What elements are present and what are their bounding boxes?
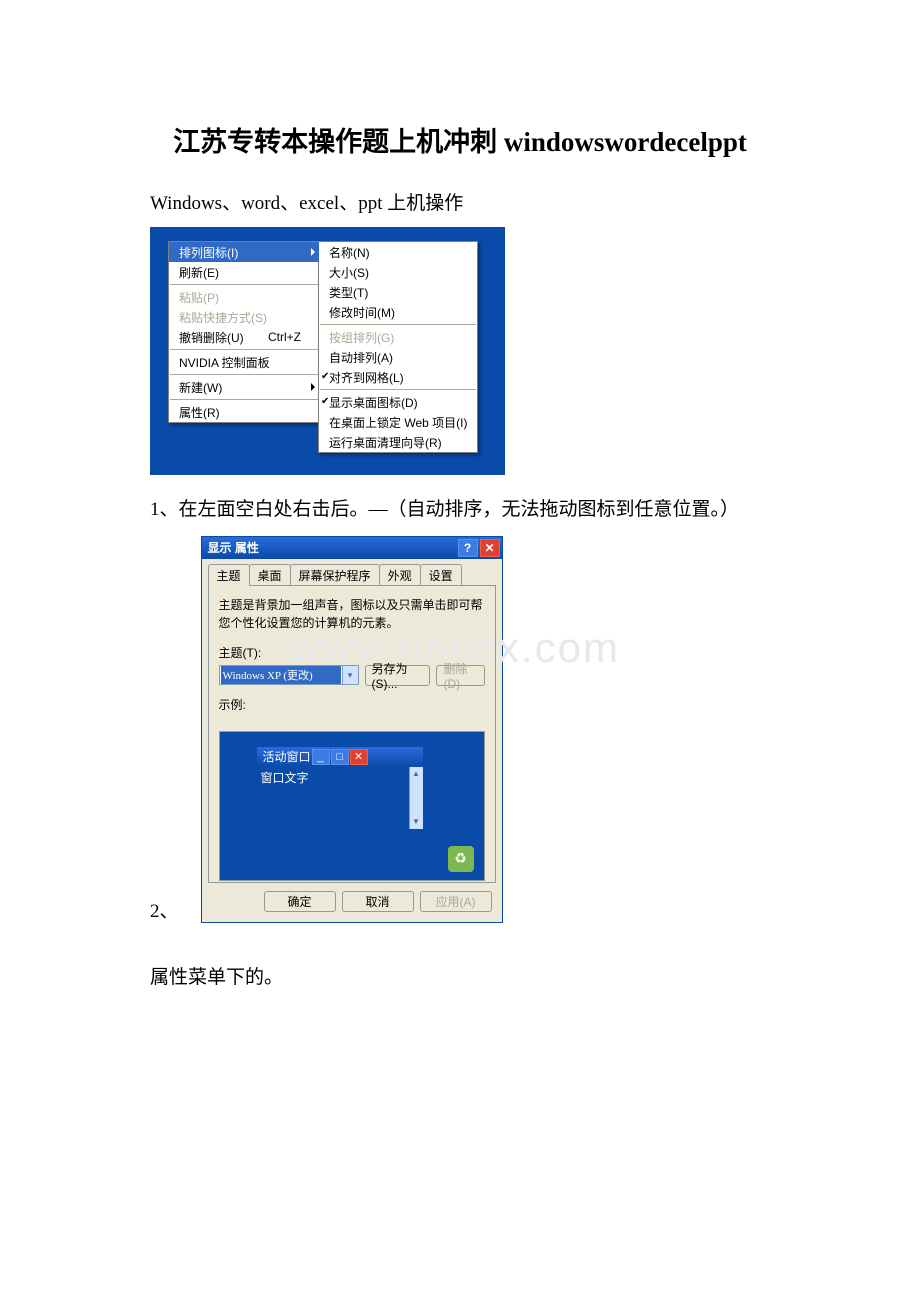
menu-item[interactable]: 自动排列(A): [319, 347, 477, 367]
theme-combo-value: Windows XP (更改): [221, 666, 341, 684]
tab-0[interactable]: 主题: [208, 564, 250, 586]
menu-item[interactable]: 排列图标(I): [169, 242, 319, 262]
menu-item[interactable]: NVIDIA 控制面板: [169, 352, 319, 372]
maximize-icon: □: [331, 749, 349, 765]
menu-item[interactable]: 撤销删除(U)Ctrl+Z: [169, 327, 319, 347]
delete-button: 删除(D): [436, 665, 484, 686]
dialog-titlebar[interactable]: 显示 属性 ? ✕: [202, 537, 502, 559]
close-icon[interactable]: ✕: [480, 539, 500, 557]
sample-label: 示例:: [219, 696, 485, 713]
menu-item[interactable]: 类型(T): [319, 282, 477, 302]
context-menu-screenshot: 排列图标(I)刷新(E) 粘贴(P)粘贴快捷方式(S)撤销删除(U)Ctrl+Z N…: [150, 227, 505, 475]
context-menu-main: 排列图标(I)刷新(E) 粘贴(P)粘贴快捷方式(S)撤销删除(U)Ctrl+Z N…: [168, 241, 320, 423]
note-2-prefix: 2、: [150, 896, 179, 923]
cancel-button[interactable]: 取消: [342, 891, 414, 912]
menu-item[interactable]: 属性(R): [169, 402, 319, 422]
tab-2[interactable]: 屏幕保护程序: [290, 564, 380, 586]
menu-item[interactable]: 刷新(E): [169, 262, 319, 282]
scroll-up-icon: ▲: [410, 767, 423, 781]
menu-item: 粘贴快捷方式(S): [169, 307, 319, 327]
theme-preview: 活动窗口 _ □ ✕ 窗口文字 ▲: [219, 731, 485, 881]
ok-button[interactable]: 确定: [264, 891, 336, 912]
dialog-title-text: 显示 属性: [208, 539, 259, 556]
note-1: 1、在左面空白处右击后。—（自动排序，无法拖动图标到任意位置。）: [150, 495, 770, 525]
dialog-tabs: 主题桌面屏幕保护程序外观设置: [208, 565, 496, 585]
context-menu-sub: 名称(N)大小(S)类型(T)修改时间(M) 按组排列(G)自动排列(A)✔对齐到…: [318, 241, 478, 453]
tab-1[interactable]: 桌面: [249, 564, 291, 586]
preview-title-text: 活动窗口: [263, 748, 311, 765]
help-icon[interactable]: ?: [458, 539, 478, 557]
menu-item[interactable]: 在桌面上锁定 Web 项目(I): [319, 412, 477, 432]
menu-item[interactable]: 运行桌面清理向导(R): [319, 432, 477, 452]
menu-item[interactable]: 名称(N): [319, 242, 477, 262]
tab-4[interactable]: 设置: [420, 564, 462, 586]
menu-item: 粘贴(P): [169, 287, 319, 307]
tab-3[interactable]: 外观: [379, 564, 421, 586]
close-mini-icon: ✕: [350, 749, 368, 765]
theme-label: 主题(T):: [219, 644, 485, 661]
menu-item[interactable]: 新建(W): [169, 377, 319, 397]
scroll-down-icon: ▼: [410, 815, 423, 829]
preview-body-text: 窗口文字: [261, 771, 309, 785]
recycle-bin-icon: ♻: [448, 846, 474, 872]
preview-scrollbar: ▲ ▼: [409, 767, 423, 829]
preview-titlebar: 活动窗口 _ □ ✕: [257, 747, 423, 767]
theme-combo[interactable]: Windows XP (更改) ▾: [219, 665, 359, 685]
note-3: 属性菜单下的。: [150, 963, 770, 993]
apply-button: 应用(A): [420, 891, 492, 912]
menu-item[interactable]: 修改时间(M): [319, 302, 477, 322]
save-as-button[interactable]: 另存为(S)...: [365, 665, 431, 686]
menu-item[interactable]: ✔对齐到网格(L): [319, 367, 477, 387]
menu-item: 按组排列(G): [319, 327, 477, 347]
chevron-down-icon[interactable]: ▾: [342, 666, 358, 684]
theme-description: 主题是背景加一组声音，图标以及只需单击即可帮您个性化设置您的计算机的元素。: [219, 596, 485, 632]
display-properties-dialog: 显示 属性 ? ✕ 主题桌面屏幕保护程序外观设置 主题是背景加一组声音，图标以及…: [201, 536, 503, 923]
preview-window: 活动窗口 _ □ ✕ 窗口文字 ▲: [256, 746, 424, 830]
minimize-icon: _: [312, 749, 330, 765]
page-title: 江苏专转本操作题上机冲刺 windowswordecelppt: [150, 120, 770, 159]
menu-item[interactable]: 大小(S): [319, 262, 477, 282]
menu-item[interactable]: ✔显示桌面图标(D): [319, 392, 477, 412]
intro-text: Windows、word、excel、ppt 上机操作: [150, 189, 770, 219]
tab-panel-theme: 主题是背景加一组声音，图标以及只需单击即可帮您个性化设置您的计算机的元素。 主题…: [208, 585, 496, 883]
